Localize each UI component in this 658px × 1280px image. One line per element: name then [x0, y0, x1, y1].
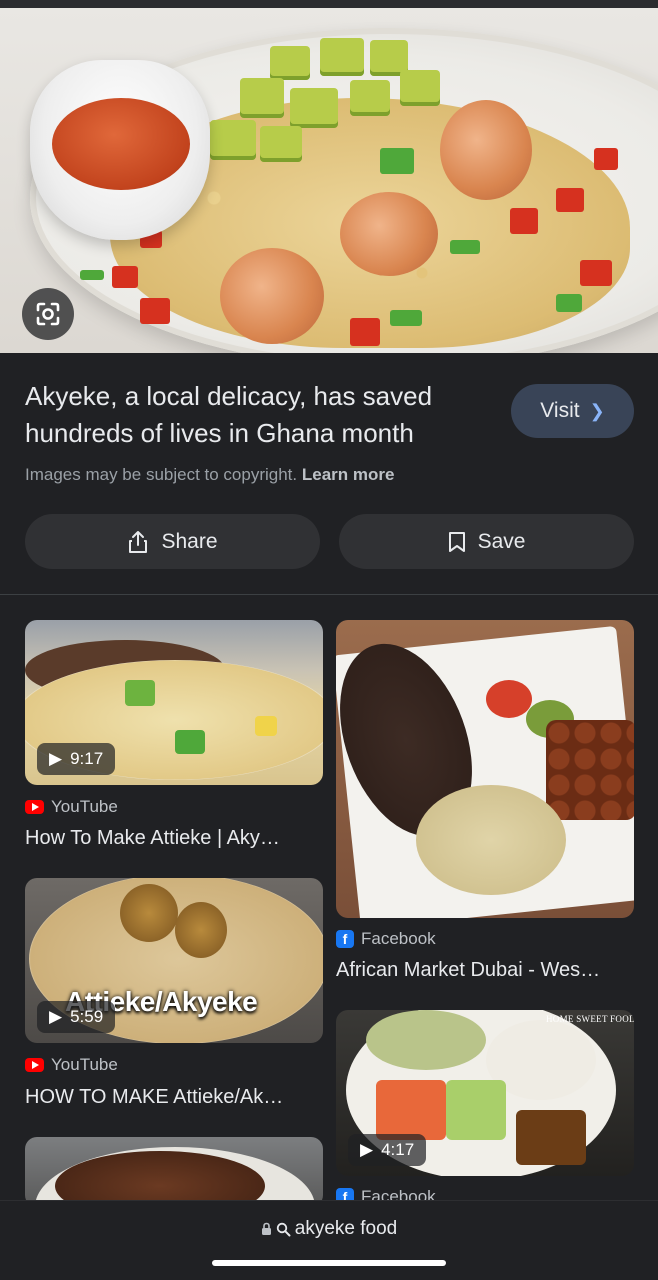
- result-title[interactable]: Akyeke, a local delicacy, has saved hund…: [25, 378, 495, 452]
- video-thumbnail[interactable]: ▶ 9:17: [25, 620, 323, 785]
- pepper-graphic: [140, 298, 170, 324]
- attieke-graphic: [416, 785, 566, 895]
- duration-text: 5:59: [70, 1007, 104, 1026]
- browser-bottom-bar: [0, 1200, 658, 1280]
- yellow-pepper-graphic: [255, 716, 277, 736]
- result-title-block: Akyeke, a local delicacy, has saved hund…: [25, 378, 495, 452]
- duration-text: 9:17: [70, 749, 104, 768]
- avocado-graphic: [350, 80, 390, 116]
- hero-image[interactable]: [0, 8, 658, 353]
- lens-button[interactable]: [22, 288, 74, 340]
- play-icon: ▶: [49, 1007, 63, 1026]
- chevron-right-icon: ❯: [589, 400, 605, 421]
- learn-more-link[interactable]: Learn more: [302, 465, 395, 484]
- green-pepper-graphic: [380, 148, 414, 174]
- green-pepper-graphic: [556, 294, 582, 312]
- card-title[interactable]: How To Make Attieke | Aky…: [25, 827, 323, 850]
- url-text: akyeke food: [294, 1218, 398, 1239]
- green-pepper-graphic: [80, 270, 104, 280]
- facebook-icon: f: [336, 930, 354, 948]
- pepper-graphic: [112, 266, 138, 288]
- sauce-graphic: [486, 680, 532, 718]
- tomato-graphic: [376, 1080, 446, 1140]
- share-label: Share: [161, 529, 218, 553]
- pepper-graphic: [580, 260, 612, 286]
- shrimp-graphic: [340, 192, 438, 276]
- fish-graphic: [175, 902, 227, 958]
- source-name: YouTube: [51, 797, 118, 816]
- pepper-graphic: [510, 208, 538, 234]
- avocado-graphic: [320, 38, 364, 76]
- address-bar[interactable]: akyeke food: [0, 1218, 658, 1240]
- avocado-graphic: [210, 120, 256, 160]
- play-icon: ▶: [360, 1140, 374, 1159]
- pepper-graphic: [350, 318, 380, 346]
- duration-text: 4:17: [381, 1140, 415, 1159]
- section-divider: [0, 594, 658, 595]
- play-icon: ▶: [49, 749, 63, 768]
- source-label: f Facebook: [336, 929, 436, 949]
- plantain-graphic: [546, 720, 634, 820]
- lock-icon: [261, 1222, 271, 1235]
- avocado-graphic: [260, 126, 302, 162]
- share-icon: [129, 530, 148, 553]
- youtube-icon: [25, 800, 44, 814]
- lens-camera-icon: [36, 302, 60, 326]
- copyright-text: Images may be subject to copyright.: [25, 465, 298, 484]
- card-title[interactable]: HOW TO MAKE Attieke/Ak…: [25, 1086, 323, 1109]
- visit-label: Visit: [540, 399, 580, 422]
- avocado-graphic: [240, 78, 284, 118]
- thumbnail-watermark: HOME SWEET FOOD: [546, 1014, 634, 1024]
- youtube-icon: [25, 1058, 44, 1072]
- share-button[interactable]: Share: [25, 514, 320, 569]
- visit-button[interactable]: Visit ❯: [511, 384, 634, 438]
- fish-graphic: [120, 884, 178, 942]
- shrimp-graphic: [220, 248, 324, 344]
- source-label: YouTube: [25, 797, 118, 817]
- avocado-graphic: [446, 1080, 506, 1140]
- video-duration: ▶ 5:59: [37, 1001, 116, 1033]
- video-thumbnail[interactable]: HOME SWEET FOOD ▶ 4:17: [336, 1010, 634, 1176]
- status-strip: [0, 0, 658, 8]
- save-label: Save: [477, 529, 526, 553]
- plantain-graphic: [516, 1110, 586, 1165]
- fish-graphic: [366, 1010, 486, 1070]
- green-pepper-graphic: [125, 680, 155, 706]
- avocado-graphic: [400, 70, 440, 106]
- green-pepper-graphic: [450, 240, 480, 254]
- image-thumbnail[interactable]: [336, 620, 634, 918]
- avocado-graphic: [270, 46, 310, 80]
- video-thumbnail[interactable]: Attieke/Akyeke ▶ 5:59: [25, 878, 323, 1043]
- source-label: YouTube: [25, 1055, 118, 1075]
- green-pepper-graphic: [175, 730, 205, 754]
- image-thumbnail[interactable]: [25, 1137, 323, 1207]
- search-icon: [276, 1222, 291, 1236]
- copyright-notice: Images may be subject to copyright. Lear…: [25, 465, 394, 485]
- pepper-graphic: [594, 148, 618, 170]
- home-indicator[interactable]: [212, 1260, 446, 1266]
- source-name: YouTube: [51, 1055, 118, 1074]
- avocado-graphic: [290, 88, 338, 128]
- shrimp-graphic: [440, 100, 532, 200]
- source-name: Facebook: [361, 929, 436, 948]
- sauce-graphic: [52, 98, 190, 190]
- save-button[interactable]: Save: [339, 514, 634, 569]
- bookmark-icon: [448, 531, 465, 552]
- green-pepper-graphic: [390, 310, 422, 326]
- video-duration: ▶ 4:17: [348, 1134, 427, 1166]
- pepper-graphic: [556, 188, 584, 212]
- video-duration: ▶ 9:17: [37, 743, 116, 775]
- card-title[interactable]: African Market Dubai - Wes…: [336, 959, 634, 982]
